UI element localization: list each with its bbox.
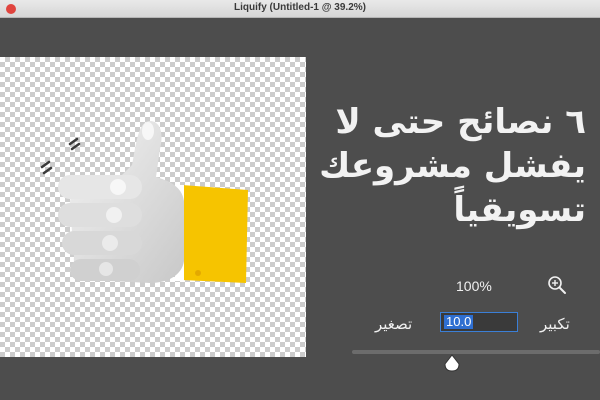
brush-size-slider[interactable] xyxy=(352,350,600,354)
increase-size-label[interactable]: تكبير xyxy=(540,315,570,333)
canvas-preview[interactable] xyxy=(0,57,306,357)
headline-text: ٦ نصائح حتى لا يفشل مشروعك تسويقياً xyxy=(286,100,586,232)
window-title: Liquify (Untitled-1 @ 39.2%) xyxy=(234,2,366,13)
decrease-size-label[interactable]: تصغير xyxy=(375,315,412,333)
zoom-in-icon[interactable] xyxy=(546,274,568,296)
window-titlebar: Liquify (Untitled-1 @ 39.2%) xyxy=(0,0,600,18)
brush-size-input[interactable]: 10.0 xyxy=(440,312,518,332)
headline-line: تسويقياً xyxy=(453,190,586,230)
zoom-percent: 100% xyxy=(456,278,492,294)
headline-line: يفشل مشروعك xyxy=(319,146,586,186)
brush-size-value: 10.0 xyxy=(444,314,474,329)
slider-thumb[interactable] xyxy=(443,354,461,372)
headline-line: ٦ نصائح حتى لا xyxy=(335,102,586,142)
thumbs-up-icon xyxy=(40,121,248,283)
